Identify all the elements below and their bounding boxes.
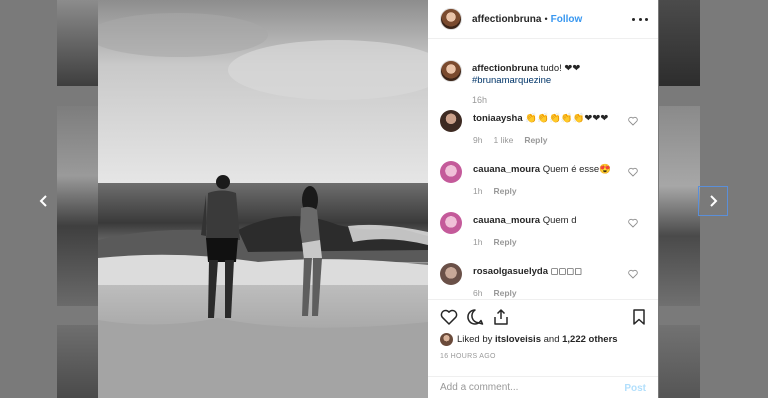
chevron-right-icon xyxy=(710,195,718,207)
like-heart-icon[interactable] xyxy=(440,308,458,326)
background-thumbnail xyxy=(57,0,98,86)
comment-meta: 6h Reply xyxy=(473,288,528,298)
liked-by-user[interactable]: itsloveisis xyxy=(495,334,541,345)
post-photo[interactable] xyxy=(98,0,428,398)
comment-meta: 9h 1 like Reply xyxy=(473,135,558,145)
next-post-button[interactable] xyxy=(698,186,728,216)
reply-button[interactable]: Reply xyxy=(493,288,516,298)
background-thumbnail xyxy=(659,325,700,398)
background-thumbnail xyxy=(659,106,700,306)
reply-button[interactable]: Reply xyxy=(493,237,516,247)
comment-text: cauana_moura Quem d xyxy=(473,215,577,226)
post-header: affectionbruna • Follow xyxy=(428,0,658,39)
comment-username[interactable]: toniaaysha xyxy=(473,113,523,124)
beach-photo-image xyxy=(98,0,428,398)
bookmark-icon[interactable] xyxy=(630,308,648,326)
comment-bubble-icon[interactable] xyxy=(466,308,484,326)
post-timestamp[interactable]: 16 HOURS AGO xyxy=(440,353,496,360)
comment-likes[interactable]: 1 like xyxy=(493,135,513,145)
comment-body: 👏👏👏👏👏❤❤❤ xyxy=(525,113,609,124)
reply-button[interactable]: Reply xyxy=(493,186,516,196)
comment-avatar[interactable] xyxy=(440,110,462,132)
comment-username[interactable]: cauana_moura xyxy=(473,215,540,226)
comment-item: toniaaysha 👏👏👏👏👏❤❤❤ 9h 1 like Reply xyxy=(440,110,650,150)
chevron-left-icon xyxy=(39,195,47,207)
comment-body: Quem d xyxy=(542,215,577,226)
comment-item: cauana_moura Quem é esse😍 1h Reply xyxy=(440,161,650,201)
heart-outline-icon[interactable] xyxy=(628,269,638,279)
comment-username[interactable]: cauana_moura xyxy=(473,164,540,175)
more-horizontal-icon[interactable] xyxy=(632,12,648,26)
comment-text: rosaolgasuelyda ◻◻◻◻ xyxy=(473,266,582,277)
comment-username[interactable]: rosaolgasuelyda xyxy=(473,266,548,277)
follow-button[interactable]: Follow xyxy=(551,14,583,25)
comment-body: ◻◻◻◻ xyxy=(550,266,583,277)
background-thumbnail xyxy=(57,106,98,306)
author-avatar[interactable] xyxy=(440,8,462,30)
author-username[interactable]: affectionbruna xyxy=(472,14,541,25)
heart-outline-icon[interactable] xyxy=(628,167,638,177)
comment-item: rosaolgasuelyda ◻◻◻◻ 6h Reply xyxy=(440,263,650,298)
liker-avatar[interactable] xyxy=(440,333,453,346)
reply-button[interactable]: Reply xyxy=(524,135,547,145)
header-separator: • xyxy=(544,14,548,24)
background-thumbnail xyxy=(57,325,98,398)
liked-by-prefix: Liked by xyxy=(457,334,493,345)
comment-text: cauana_moura Quem é esse😍 xyxy=(473,164,611,175)
comment-time: 9h xyxy=(473,135,483,145)
comment-time: 1h xyxy=(473,186,483,196)
caption-avatar[interactable] xyxy=(440,60,462,82)
liked-by-others[interactable]: 1,222 others xyxy=(562,334,617,345)
caption-hashtag[interactable]: #brunamarquezine xyxy=(472,75,647,87)
comment-text: toniaaysha 👏👏👏👏👏❤❤❤ xyxy=(473,113,608,124)
liked-by-mid: and xyxy=(543,334,560,345)
comments-list[interactable]: affectionbruna tudo! ❤❤ #brunamarquezine… xyxy=(428,40,658,298)
post-comment-button[interactable]: Post xyxy=(624,383,646,394)
comment-time: 6h xyxy=(473,288,483,298)
comment-avatar[interactable] xyxy=(440,212,462,234)
share-icon[interactable] xyxy=(492,308,510,326)
post-details-panel: affectionbruna • Follow affectionbruna t… xyxy=(428,0,658,398)
add-comment-bar: Post xyxy=(428,376,658,398)
heart-outline-icon[interactable] xyxy=(628,116,638,126)
comment-body: Quem é esse😍 xyxy=(542,164,612,175)
caption-timestamp: 16h xyxy=(472,95,488,105)
caption-body: tudo! ❤❤ xyxy=(540,63,581,74)
caption-username[interactable]: affectionbruna xyxy=(472,63,538,74)
comment-meta: 1h Reply xyxy=(473,237,528,247)
comment-avatar[interactable] xyxy=(440,263,462,285)
caption-text: affectionbruna tudo! ❤❤ #brunamarquezine xyxy=(472,63,647,87)
likes-summary: Liked by itsloveisis and 1,222 others xyxy=(440,333,618,346)
comment-input[interactable] xyxy=(440,382,610,393)
comment-meta: 1h Reply xyxy=(473,186,528,196)
background-thumbnail xyxy=(659,0,700,86)
comment-avatar[interactable] xyxy=(440,161,462,183)
comment-time: 1h xyxy=(473,237,483,247)
heart-outline-icon[interactable] xyxy=(628,218,638,228)
comment-item: cauana_moura Quem d 1h Reply xyxy=(440,212,650,252)
previous-post-button[interactable] xyxy=(29,186,59,216)
post-actions: Liked by itsloveisis and 1,222 others 16… xyxy=(428,299,658,398)
